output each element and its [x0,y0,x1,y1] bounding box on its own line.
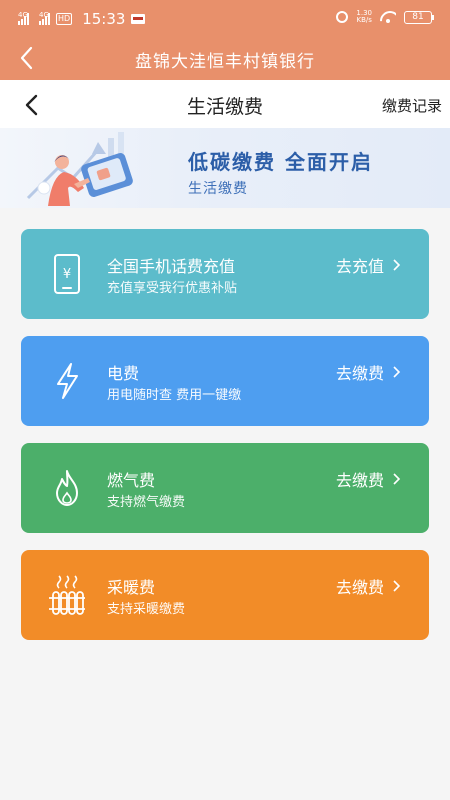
chevron-right-icon [393,366,401,378]
card-title: 燃气费 [107,471,156,490]
net-speed: 1.30 KB/s [356,9,372,24]
top-band: 4G 4G HD 15:33 1.30 KB/s 81 盘锦大洼恒丰村镇银行 [0,0,450,80]
card-mobile-topup[interactable]: ¥ 全国手机话费充值 充值享受我行优惠补贴 去充值 [21,229,429,319]
app-title: 盘锦大洼恒丰村镇银行 [135,52,315,72]
chevron-right-icon [393,259,401,271]
app-header: 盘锦大洼恒丰村镇银行 [0,36,450,80]
card-title: 采暖费 [107,578,156,597]
electricity-pay-button[interactable]: 去缴费 [336,360,401,384]
svg-text:¥: ¥ [63,267,71,282]
signal-icon-1: 4G [18,11,29,25]
card-desc: 支持燃气缴费 [107,495,186,510]
banner-subtitle: 生活缴费 [188,181,248,197]
hd-badge: HD [56,13,73,25]
banner-headline: 低碳缴费 全面开启 [188,150,373,174]
topup-action-button[interactable]: 去充值 [336,253,401,277]
phone-yuan-icon: ¥ [54,254,80,294]
message-icon [131,14,146,24]
card-desc: 充值享受我行优惠补贴 [107,281,238,296]
flame-icon [56,470,78,506]
card-desc: 用电随时查 费用一键缴 [107,388,242,403]
payment-records-link[interactable]: 缴费记录 [382,95,442,116]
status-left: 4G 4G HD 15:33 [18,10,146,28]
heating-pay-button[interactable]: 去缴费 [336,574,401,598]
chevron-right-icon [393,473,401,485]
wifi-icon [380,11,396,23]
gas-pay-button[interactable]: 去缴费 [336,467,401,491]
card-title: 全国手机话费充值 [107,257,236,276]
card-desc: 支持采暖缴费 [107,602,186,617]
page-nav: 生活缴费 缴费记录 [0,80,450,128]
signal-icon-2: 4G [39,11,50,25]
card-heating[interactable]: 采暖费 支持采暖缴费 去缴费 [21,550,429,640]
card-title: 电费 [107,364,140,383]
banner-illustration [26,132,133,206]
status-bar: 4G 4G HD 15:33 1.30 KB/s 81 [0,0,450,36]
radiator-icon [49,575,85,615]
card-electricity[interactable]: 电费 用电随时查 费用一键缴 去缴费 [21,336,429,426]
status-time: 15:33 [82,10,126,28]
battery-icon: 81 [404,10,434,24]
alarm-icon [336,11,349,23]
promo-banner[interactable]: 低碳缴费 全面开启 生活缴费 [0,128,450,208]
card-gas[interactable]: 燃气费 支持燃气缴费 去缴费 [21,443,429,533]
lightning-icon [57,363,78,399]
status-right: 1.30 KB/s 81 [336,9,434,24]
chevron-right-icon [393,580,401,592]
